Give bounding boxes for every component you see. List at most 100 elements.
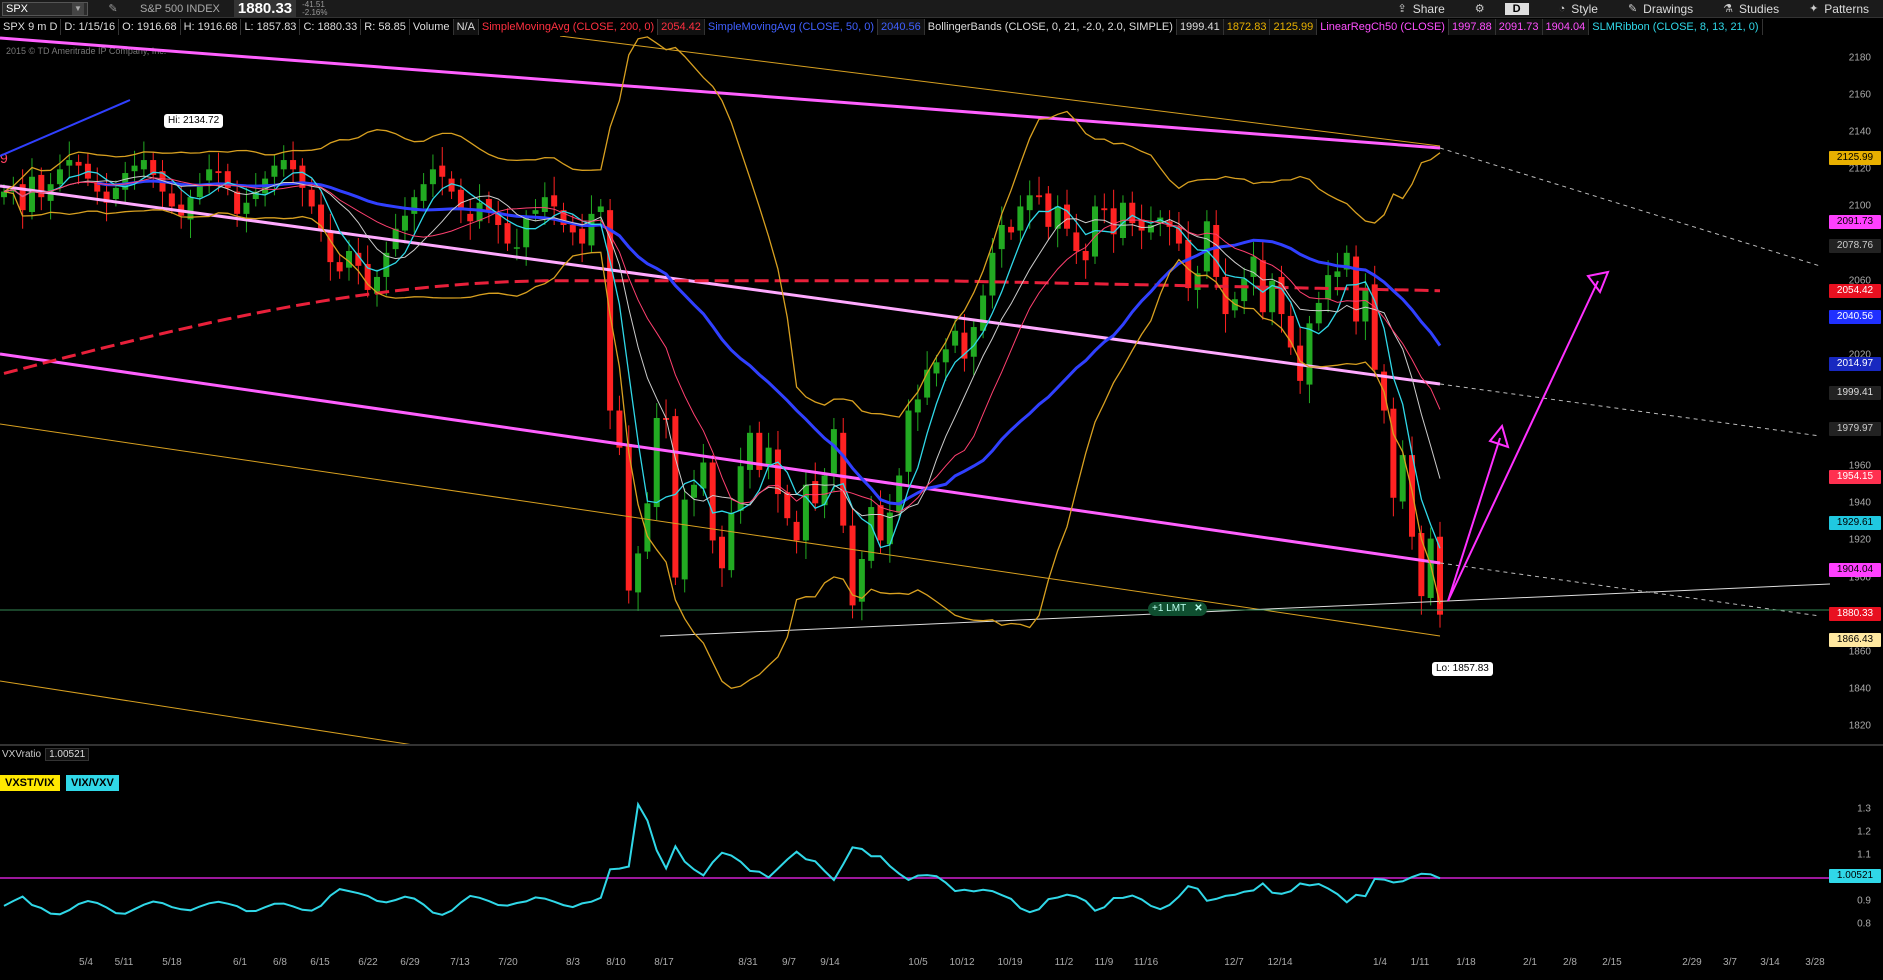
price-tag: 2040.56 — [1829, 309, 1881, 324]
date-tick-label: 5/18 — [162, 957, 182, 968]
candle-body — [980, 295, 987, 331]
gear-icon: ⚙ — [1474, 3, 1485, 15]
outer-channel-bottom — [0, 680, 411, 744]
candle-body — [271, 165, 278, 177]
lower-study-header: VXVratio 1.00521 — [0, 747, 90, 761]
bar-range: R: 58.85 — [361, 19, 410, 35]
aggregation-selector[interactable]: D — [1504, 2, 1529, 15]
price-change: -41.51 -2.16% — [302, 0, 327, 17]
close-icon[interactable]: ✕ — [1194, 603, 1202, 614]
date-tick-label: 7/20 — [498, 957, 518, 968]
date-tick-label: 3/14 — [1760, 957, 1780, 968]
drawings-button[interactable]: ✎ Drawings — [1628, 2, 1693, 16]
candle-body — [858, 559, 865, 602]
settings-button[interactable]: ⚙ — [1475, 2, 1485, 15]
date-tick-label: 7/13 — [450, 957, 470, 968]
candle-body — [1213, 225, 1220, 277]
candle-body — [942, 349, 949, 363]
candle-body — [1306, 323, 1313, 385]
price-tick-label: 1840 — [1848, 683, 1871, 695]
lower-study-name[interactable]: VXVratio — [0, 749, 43, 760]
ribbon-slow-line — [3, 177, 1441, 513]
candle-body — [504, 223, 511, 244]
style-icon: ◔ — [1558, 2, 1566, 15]
date-axis[interactable]: 5/4 5/11 5/18 6/1 6/8 6/15 6/22 6/29 7/13 7/20 8/3… — [0, 957, 1883, 980]
sma200-label[interactable]: SimpleMovingAvg (CLOSE, 200, 0) — [479, 19, 659, 35]
price-chart[interactable] — [0, 36, 1830, 744]
chevron-down-icon[interactable]: ▼ — [72, 2, 84, 15]
price-tick-label: 2160 — [1848, 89, 1871, 101]
candle-body — [308, 189, 315, 207]
patterns-button[interactable]: ✦ Patterns — [1809, 2, 1869, 16]
candle-body — [1017, 206, 1024, 231]
candle-body — [1241, 278, 1248, 302]
candle-body — [457, 189, 464, 211]
date-tick-label: 1/4 — [1373, 957, 1387, 968]
date-tick-label: 3/28 — [1805, 957, 1825, 968]
candle-body — [672, 416, 679, 578]
candle-body — [206, 169, 213, 181]
candle-body — [420, 184, 427, 201]
candle-body — [784, 492, 791, 519]
bar-date: D: 1/15/16 — [61, 19, 120, 35]
candle-body — [681, 499, 688, 580]
candle-body — [728, 512, 735, 571]
date-tick-label: 5/11 — [114, 957, 134, 968]
arrowhead-2-icon — [1488, 423, 1510, 449]
sma50-label[interactable]: SimpleMovingAvg (CLOSE, 50, 0) — [705, 19, 878, 35]
candle-body — [187, 197, 194, 220]
price-tag: 2091.73 — [1829, 214, 1881, 229]
symbol-text: SPX — [6, 2, 29, 15]
projection-arrow-1 — [1447, 280, 1599, 602]
candle-body — [1036, 195, 1043, 198]
slmribbon-label[interactable]: SLMRibbon (CLOSE, 8, 13, 21, 0) — [1589, 19, 1763, 35]
price-tag: 1979.97 — [1829, 422, 1881, 437]
patterns-icon: ✦ — [1809, 3, 1819, 15]
limit-order-text: +1 LMT — [1152, 603, 1187, 614]
studies-button[interactable]: ⚗ Studies — [1723, 2, 1779, 16]
candle-body — [38, 174, 45, 198]
linreg-label[interactable]: LinearRegCh50 (CLOSE) — [1317, 19, 1449, 35]
candle-body — [140, 160, 147, 170]
sma50-value: 2040.56 — [877, 19, 925, 35]
price-tick-label: 2120 — [1848, 163, 1871, 175]
lower-axis[interactable]: 1.31.21.11.00.90.8 — [1830, 762, 1883, 962]
patterns-label: Patterns — [1824, 1, 1869, 16]
date-tick-label: 10/19 — [997, 957, 1023, 968]
style-button[interactable]: ◔ Style — [1559, 2, 1598, 16]
candle-body — [765, 447, 772, 467]
price-tag: 1999.41 — [1829, 386, 1881, 401]
pane-separator[interactable] — [0, 744, 1883, 746]
candle-body — [411, 197, 418, 214]
date-tick-label: 11/16 — [1133, 957, 1159, 968]
date-tick-label: 11/2 — [1054, 957, 1074, 968]
candle-body — [849, 525, 856, 606]
candle-body — [793, 521, 800, 541]
date-tick-label: 9/7 — [782, 957, 796, 968]
candle-body — [635, 553, 642, 593]
candle-body — [1203, 221, 1210, 272]
candle-body — [1101, 208, 1108, 211]
bollinger-lower-line — [3, 190, 1441, 690]
candle-body — [989, 252, 996, 296]
lower-value-tag: 1.00521 — [1829, 869, 1881, 883]
limit-order-badge[interactable]: +1 LMT ✕ — [1148, 602, 1207, 616]
candle-body — [569, 225, 576, 233]
vxv-ratio-chart[interactable] — [0, 762, 1830, 962]
candle-body — [830, 429, 837, 474]
price-tick-label: 2180 — [1848, 52, 1871, 64]
symbol-selector[interactable]: SPX ▼ — [2, 1, 88, 16]
candle-body — [131, 165, 138, 172]
share-button[interactable]: ⇪ Share — [1398, 2, 1445, 16]
candle-body — [467, 213, 474, 222]
date-tick-label: 6/15 — [310, 957, 330, 968]
bollinger-label[interactable]: BollingerBands (CLOSE, 0, 21, -2.0, 2.0,… — [925, 19, 1177, 35]
pencil-icon[interactable]: ✎ — [104, 2, 122, 15]
candle-body — [998, 225, 1005, 250]
date-tick-label: 6/8 — [273, 957, 287, 968]
candle-body — [1334, 271, 1341, 277]
price-tick-label: 1860 — [1848, 646, 1871, 658]
bar-open: O: 1916.68 — [119, 19, 181, 35]
price-tag: 2014.97 — [1829, 357, 1881, 372]
volume-label[interactable]: Volume — [410, 19, 454, 35]
